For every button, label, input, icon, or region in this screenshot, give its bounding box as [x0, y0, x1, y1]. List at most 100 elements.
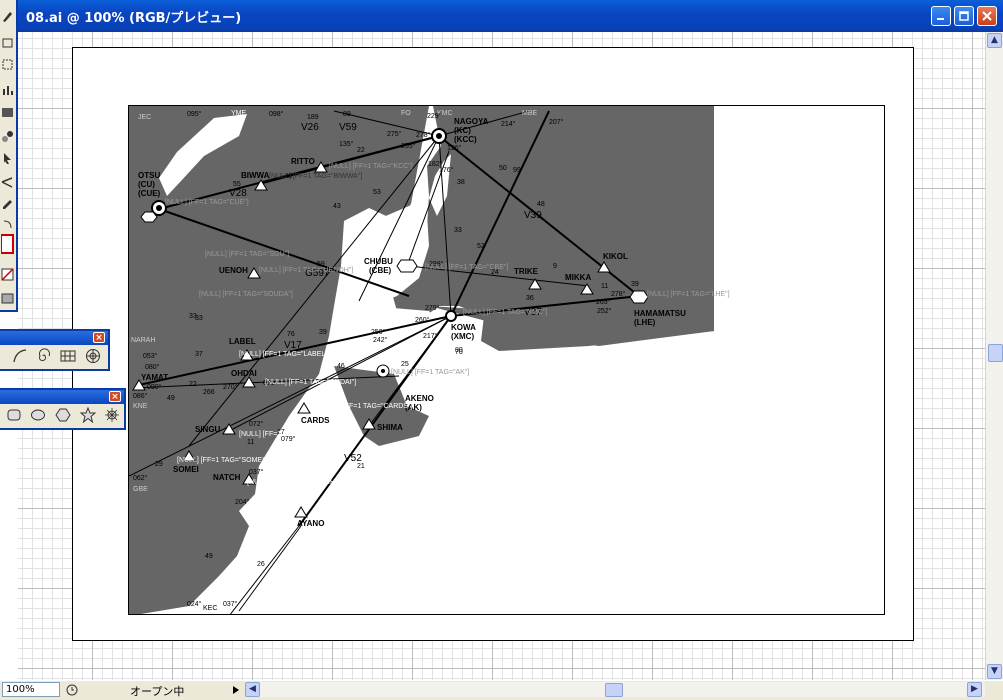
gradient-icon[interactable] — [1, 106, 14, 119]
screen-mode-icon[interactable] — [1, 292, 14, 305]
svg-text:214°: 214° — [501, 120, 516, 128]
fix-label-cards: CARDS — [301, 416, 330, 425]
eyedropper-icon[interactable] — [1, 198, 14, 211]
svg-text:260°: 260° — [415, 316, 430, 324]
select-icon[interactable] — [1, 152, 14, 165]
marquee-icon[interactable] — [1, 58, 14, 71]
svg-text:JEC: JEC — [138, 114, 151, 121]
svg-text:250°: 250° — [371, 328, 386, 336]
swap-icon[interactable] — [1, 218, 14, 231]
vertical-scrollbar[interactable]: ▲ ▼ — [985, 32, 1003, 680]
none-icon[interactable] — [1, 268, 14, 281]
svg-text:[NULL] [FF=1 TAG="SGU"]: [NULL] [FF=1 TAG="SGU"] — [205, 251, 289, 258]
arc-tool-icon[interactable] — [12, 348, 28, 364]
minimize-button[interactable] — [931, 6, 951, 26]
polar-grid-tool-icon[interactable] — [85, 348, 101, 364]
svg-text:89: 89 — [343, 111, 351, 118]
scroll-left-icon[interactable]: ◀ — [245, 682, 260, 697]
svg-text:76: 76 — [287, 331, 295, 338]
fix-label-shima: SHIMA — [377, 423, 403, 432]
airway-v39: V39 — [524, 210, 542, 221]
flare-tool-icon[interactable] — [104, 407, 120, 423]
svg-text:21: 21 — [357, 463, 365, 470]
svg-text:080°: 080° — [145, 363, 160, 371]
width-icon[interactable] — [1, 176, 14, 189]
horizontal-scrollbar[interactable]: ◀ ▶ — [245, 682, 985, 697]
svg-text:55: 55 — [233, 181, 241, 188]
svg-text:229°: 229° — [427, 112, 442, 120]
fill-stroke-icon[interactable] — [1, 234, 14, 254]
graph-icon[interactable] — [1, 83, 14, 96]
scroll-right-icon[interactable]: ▶ — [967, 682, 982, 697]
pen-icon[interactable] — [1, 10, 14, 23]
fix-label-natch: NATCH — [213, 473, 241, 482]
fix-label-somei: SOMEI — [173, 465, 199, 474]
fix-label-hamamatsu: HAMAMATSU — [634, 309, 686, 318]
svg-text:FO: FO — [401, 110, 411, 117]
svg-text:(CUE): (CUE) — [138, 189, 161, 198]
svg-text:MBE: MBE — [522, 110, 538, 117]
svg-text:[NULL] [FF=1 TAG="SINGU"]: [NULL] [FF=1 TAG="SINGU"] — [239, 431, 330, 438]
scroll-up-icon[interactable]: ▲ — [987, 33, 1002, 48]
svg-text:126°: 126° — [447, 144, 462, 152]
line-tools-palette: × — [0, 329, 110, 371]
fix-label-label: LABEL — [229, 337, 256, 346]
svg-text:135°: 135° — [339, 140, 354, 148]
close-button[interactable] — [977, 6, 997, 26]
status-text[interactable]: オープン中 — [130, 683, 184, 699]
svg-text:53: 53 — [373, 189, 381, 196]
star-tool-icon[interactable] — [80, 407, 96, 423]
svg-text:[NULL] [FF=1 TAG="XMC"]: [NULL] [FF=1 TAG="XMC"] — [463, 309, 548, 316]
svg-text:NARAH: NARAH — [131, 337, 156, 344]
close-icon — [982, 11, 992, 21]
svg-text:(KC): (KC) — [454, 126, 471, 135]
svg-text:090°: 090° — [147, 383, 162, 391]
svg-text:265°: 265° — [596, 298, 611, 306]
fix-label-otsu: OTSU — [138, 171, 160, 180]
svg-text:[NULL] [FF=1 TAG="CARDS"]: [NULL] [FF=1 TAG="CARDS"] — [319, 403, 412, 410]
palette-close-button[interactable]: × — [93, 332, 105, 343]
fix-label-kikol: KIKOL — [603, 252, 628, 261]
airway-v17: V17 — [284, 340, 302, 351]
svg-text:[NULL] [FF=1 TAG="LHE"]: [NULL] [FF=1 TAG="LHE"] — [647, 291, 730, 298]
svg-text:49: 49 — [167, 395, 175, 402]
svg-text:279°: 279° — [425, 304, 440, 312]
fix-label-akeno: AKENO — [405, 394, 434, 403]
enroute-chart[interactable]: NAGOYA (KC) (KCC) OTSU (CU) (CUE) CHUBU … — [128, 105, 885, 615]
palette-close-button[interactable]: × — [109, 391, 121, 402]
svg-text:189: 189 — [307, 114, 319, 121]
status-menu-arrow-icon[interactable] — [232, 685, 240, 695]
palette-title-bar[interactable]: × — [0, 390, 124, 404]
svg-text:024°: 024° — [187, 600, 202, 608]
title-bar[interactable]: 08.ai @ 100% (RGB/プレビュー) — [0, 0, 1003, 32]
svg-text:095°: 095° — [187, 110, 202, 118]
status-bar: 100% オープン中 ◀ ▶ — [0, 680, 1003, 700]
fix-label-yamat: YAMAT — [141, 373, 168, 382]
grid-tool-icon[interactable] — [60, 348, 76, 364]
chart-svg: NAGOYA (KC) (KCC) OTSU (CU) (CUE) CHUBU … — [129, 106, 730, 614]
svg-text:270°: 270° — [223, 383, 238, 391]
fix-label-singu: SINGU — [195, 425, 221, 434]
rotate-icon[interactable] — [1, 36, 14, 49]
rectangle-tool-icon[interactable] — [6, 407, 22, 423]
svg-text:33: 33 — [454, 227, 462, 234]
vertical-scroll-thumb[interactable] — [988, 344, 1003, 362]
ellipse-tool-icon[interactable] — [30, 407, 46, 423]
scroll-down-icon[interactable]: ▼ — [987, 664, 1002, 679]
svg-text:KNE: KNE — [133, 403, 148, 410]
horizontal-scroll-thumb[interactable] — [605, 683, 623, 697]
fix-label-mikka: MIKKA — [565, 273, 591, 282]
palette-title-bar[interactable]: × — [0, 331, 108, 345]
vor-chubu-icon — [396, 259, 418, 273]
blend-icon[interactable] — [1, 130, 14, 143]
fix-label-kowa: KOWA — [451, 323, 476, 332]
svg-text:43: 43 — [333, 203, 341, 210]
svg-text:(CU): (CU) — [138, 180, 155, 189]
zoom-field[interactable]: 100% — [2, 682, 60, 697]
maximize-button[interactable] — [954, 6, 974, 26]
svg-text:25: 25 — [401, 361, 409, 368]
spiral-tool-icon[interactable] — [36, 348, 52, 364]
svg-text:266: 266 — [203, 389, 215, 396]
svg-text:49: 49 — [205, 553, 213, 560]
polygon-tool-icon[interactable] — [55, 407, 71, 423]
